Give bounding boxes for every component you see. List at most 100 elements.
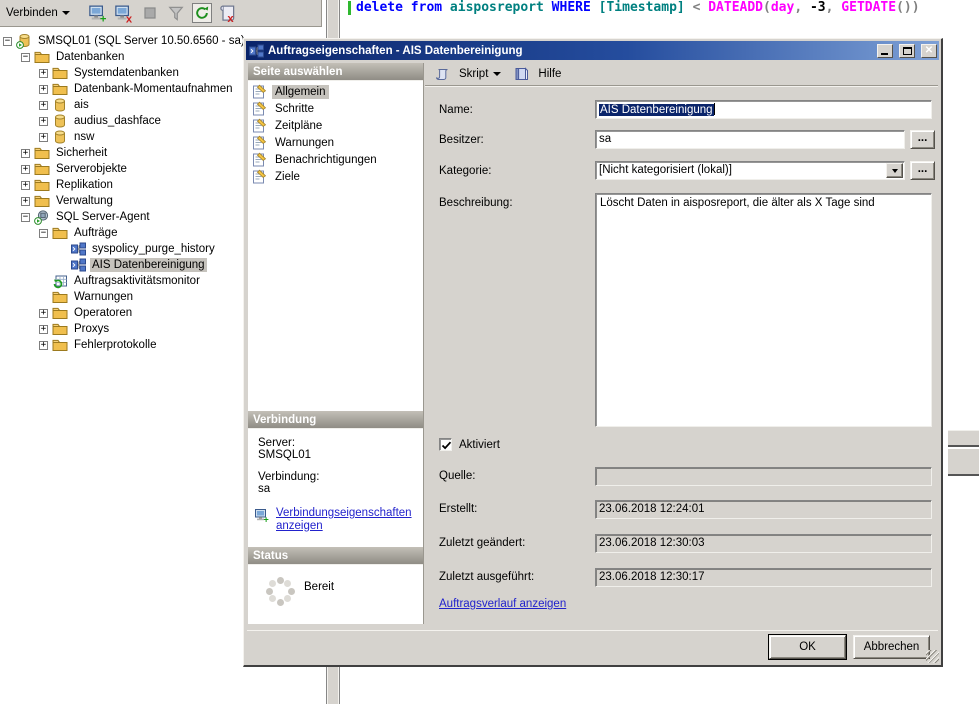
folder-icon [52,337,68,353]
refresh-icon[interactable] [192,3,212,23]
created-value: 23.06.2018 12:24:01 [595,500,932,519]
maximize-button[interactable] [899,44,915,58]
disconnect-icon[interactable]: x [114,3,134,23]
owner-input[interactable]: sa [595,130,905,149]
server-icon [16,33,32,49]
owner-label: Besitzer: [439,134,484,146]
last-run-value: 23.06.2018 12:30:17 [595,568,932,587]
page-item-label: Allgemein [272,85,329,99]
description-textarea[interactable]: Löscht Daten in aisposreport, die älter … [595,193,932,427]
tree-item-label: Operatoren [72,306,134,320]
object-explorer-toolbar: Verbinden + x x [0,0,322,27]
db-icon [52,97,68,113]
page-item-label: Schritte [272,102,317,116]
svg-text:+: + [100,13,107,23]
modified-label: Zuletzt geändert: [439,537,525,549]
folder-icon [34,161,50,177]
job-icon [248,43,264,59]
connection-properties-icon: + [254,507,270,523]
server-value: SMSQL01 [258,449,423,461]
db-icon [52,113,68,129]
name-input[interactable]: AIS Datenbereinigung [595,100,932,119]
collapse-icon[interactable]: − [39,229,48,238]
close-button[interactable]: ✕ [921,44,937,58]
stop-icon[interactable] [140,3,160,23]
expand-icon[interactable]: + [39,69,48,78]
help-button[interactable]: Hilfe [510,65,564,83]
collapse-icon[interactable]: − [21,213,30,222]
page-item-allgemein[interactable]: Allgemein [248,83,423,100]
connect-dropdown[interactable]: Verbinden [2,5,74,21]
connection-properties-link[interactable]: Verbindungseigenschaften anzeigen [276,507,414,533]
sql-token: [Timestamp] [599,0,693,15]
minimize-button[interactable] [877,44,893,58]
folder-icon [52,81,68,97]
script-icon [434,66,450,82]
page-icon [251,169,267,185]
dialog-title-bar[interactable]: Auftragseigenschaften - AIS Datenbereini… [246,41,939,60]
tree-item-label: Sicherheit [54,146,109,160]
tree-item-label: Verwaltung [54,194,115,208]
expand-icon[interactable]: + [21,165,30,174]
cancel-button[interactable]: Abbrechen [853,635,930,659]
source-label: Quelle: [439,470,475,482]
tree-item-label: Replikation [54,178,115,192]
expand-icon[interactable]: + [21,149,30,158]
expand-icon[interactable]: + [39,341,48,350]
page-item-warnungen[interactable]: Warnungen [248,134,423,151]
resize-grip[interactable] [926,650,939,663]
page-item-zeitpl-ne[interactable]: Zeitpläne [248,117,423,134]
page-item-ziele[interactable]: Ziele [248,168,423,185]
ok-button[interactable]: OK [769,635,846,659]
script-delete-icon[interactable]: x [218,3,238,23]
tree-item-label: AIS Datenbereinigung [90,258,207,272]
sql-token: ( [763,0,771,15]
combo-arrow-icon[interactable] [886,163,903,178]
folder-icon [34,145,50,161]
page-icon [251,118,267,134]
dialog-button-row: OK Abbrechen [247,630,938,663]
expand-icon[interactable]: + [39,85,48,94]
connection-value: sa [258,483,423,495]
sql-token: WHERE [552,0,599,15]
sql-token: , [794,0,810,15]
connect-server-icon[interactable]: + [88,3,108,23]
created-label: Erstellt: [439,503,477,515]
expand-icon[interactable]: + [39,325,48,334]
progress-spinner-icon [264,575,296,607]
expand-icon[interactable]: + [39,117,48,126]
expand-icon[interactable]: + [39,101,48,110]
tree-item-label: Systemdatenbanken [72,66,181,80]
job-icon [70,241,86,257]
page-icon [251,152,267,168]
tree-item-label: Proxys [72,322,111,336]
owner-browse-button[interactable]: ... [910,130,935,149]
expand-icon[interactable]: + [21,181,30,190]
page-icon [251,84,267,100]
sql-token: aisposreport [450,0,552,15]
dialog-sidebar: Seite auswählen Allgemein SchritteZeitplä… [248,63,424,624]
expand-icon[interactable]: + [39,133,48,142]
job-properties-dialog: Auftragseigenschaften - AIS Datenbereini… [243,38,943,667]
enabled-checkbox[interactable] [439,438,452,451]
collapse-icon[interactable]: − [21,53,30,62]
sql-token: day [771,0,794,15]
chevron-down-icon [62,11,70,15]
page-item-schritte[interactable]: Schritte [248,100,423,117]
script-button[interactable]: Skript [431,65,504,83]
sql-token: ()) [896,0,919,15]
category-select[interactable]: [Nicht kategorisiert (lokal)] [595,161,905,180]
editor-scrollbar-fragment[interactable] [948,430,979,478]
expand-icon[interactable]: + [21,197,30,206]
category-browse-button[interactable]: ... [910,161,935,180]
page-item-benachrichtigungen[interactable]: Benachrichtigungen [248,151,423,168]
filter-icon[interactable] [166,3,186,23]
svg-text:x: x [126,13,133,23]
agent-icon [34,209,50,225]
folder-icon [34,193,50,209]
job-history-link[interactable]: Auftragsverlauf anzeigen [439,598,566,610]
status-panel: Bereit [248,565,423,624]
expand-icon[interactable]: + [39,309,48,318]
pages-header: Seite auswählen [248,63,423,81]
collapse-icon[interactable]: − [3,37,12,46]
